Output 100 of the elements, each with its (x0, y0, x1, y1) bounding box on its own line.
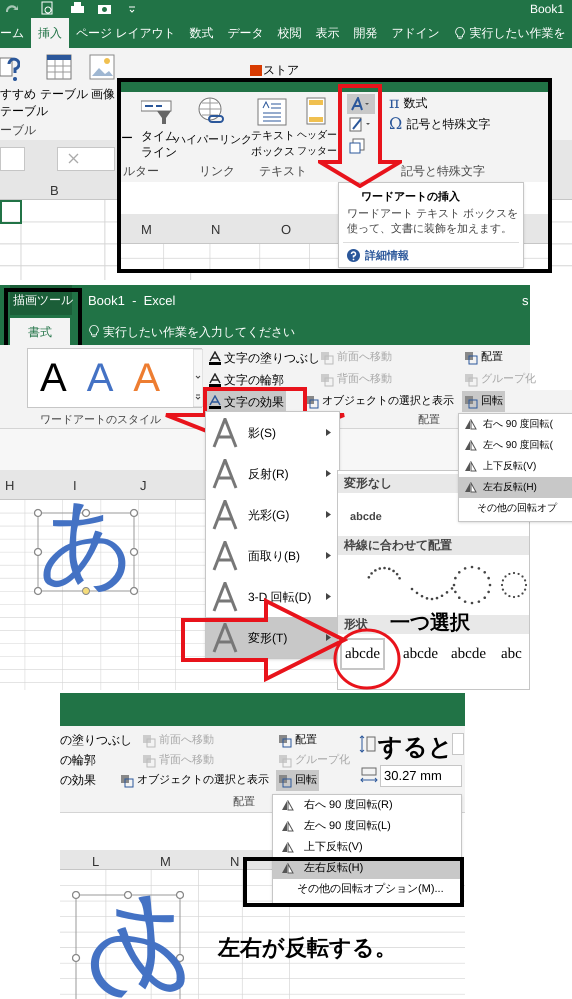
height-icon (358, 735, 376, 753)
wordart-button[interactable] (347, 94, 375, 114)
transform-sample[interactable]: abcde (340, 638, 385, 670)
ribbon-tab[interactable]: 開発 (346, 18, 384, 48)
menu-item[interactable]: その他の回転オプ (459, 498, 572, 519)
flip-triangle-icon (281, 800, 294, 811)
user-name: s (522, 292, 528, 310)
ribbon-tab[interactable]: 表示 (308, 18, 346, 48)
object-icon[interactable] (349, 138, 365, 154)
button-label[interactable]: テーブル (0, 103, 48, 119)
table-icon[interactable] (46, 54, 72, 80)
tell-me-field[interactable]: 実行したい作業を (469, 24, 566, 42)
ribbon-tab[interactable]: ページ レイアウト (69, 18, 182, 48)
width-field[interactable]: 30.27 mm (380, 765, 462, 787)
ribbon-command-button[interactable]: 配置 (276, 730, 319, 751)
table-button[interactable]: テーブル (40, 86, 88, 102)
question-table-icon[interactable] (0, 56, 20, 82)
header-footer-icon[interactable] (306, 97, 326, 125)
menu-item[interactable]: 上下反転(V) (273, 837, 461, 858)
flip-triangle-icon (464, 461, 477, 472)
layers-icon (278, 774, 292, 788)
group-label: ワードアートのスタイル (40, 413, 161, 428)
height-field[interactable] (452, 733, 464, 755)
text-command-button[interactable]: の輪郭 (60, 750, 96, 770)
text-command-button[interactable]: 文字の輪郭 (207, 369, 286, 390)
menu-item[interactable]: 面取り(B) (206, 535, 339, 576)
transform-sample[interactable]: abcde (448, 638, 489, 670)
button-label[interactable]: ー (121, 130, 133, 146)
layers-icon (464, 372, 478, 386)
formula-buttons-background (57, 147, 115, 171)
signature-line-icon[interactable] (349, 116, 373, 132)
ribbon-command-button[interactable]: 回転 (462, 391, 505, 412)
redo-icon[interactable] (4, 2, 20, 15)
column-header: B (50, 182, 59, 200)
store-button[interactable]: ストア (263, 61, 299, 79)
wordart-text[interactable]: あ (38, 495, 136, 591)
active-cell[interactable] (0, 200, 22, 224)
ribbon-command-button[interactable]: 配置 (462, 347, 505, 368)
symbol-button[interactable]: 記号と特殊文字 (406, 115, 490, 133)
globe-link-icon[interactable] (196, 96, 226, 126)
gallery-scroll-icon[interactable] (193, 349, 203, 407)
text-command-button[interactable]: 文字の効果 (207, 391, 286, 412)
ribbon-tab[interactable]: 校閲 (270, 18, 308, 48)
pi-icon: π (389, 95, 400, 111)
menu-item[interactable]: 左へ 90 度回転( (459, 435, 572, 456)
button-label[interactable]: フッター (297, 144, 337, 160)
ribbon-tab[interactable]: データ (220, 18, 270, 48)
menu-item[interactable]: 左右反転(H) (459, 477, 572, 498)
more-info-link[interactable]: 詳細情報 (365, 248, 409, 264)
menu-item[interactable]: 左へ 90 度回転(L) (273, 816, 461, 837)
flip-triangle-icon (281, 842, 294, 853)
equation-button[interactable]: 数式 (404, 94, 428, 112)
tell-me-field[interactable]: 実行したい作業を入力してください (103, 323, 295, 341)
shopping-bag-icon[interactable] (250, 62, 262, 76)
ribbon-tab[interactable]: 挿入 (31, 18, 69, 48)
text-box-icon[interactable] (257, 98, 287, 126)
button-label[interactable]: ヘッダー (297, 128, 337, 144)
menu-item[interactable]: 右へ 90 度回転( (459, 414, 572, 435)
button-label[interactable]: ハイパーリンク (175, 132, 252, 148)
column-header: H (5, 477, 14, 495)
menu-item[interactable]: 上下反転(V) (459, 456, 572, 477)
group-label: 記号と特殊文字 (401, 163, 485, 180)
text-command-button[interactable]: の効果 (60, 770, 96, 790)
menu-item[interactable]: 右へ 90 度回転(R) (273, 795, 461, 816)
button-label[interactable]: タイム (141, 128, 177, 144)
image-icon[interactable] (89, 54, 115, 82)
menu-item[interactable]: 影(S) (206, 412, 339, 453)
tooltip-text: ワードアート テキスト ボックスを使って、文書に装飾を加えます。 (347, 207, 519, 237)
button-label[interactable]: ボックス (251, 144, 295, 160)
transform-sample[interactable]: abcde (350, 509, 382, 526)
button-label[interactable]: ライン (141, 144, 177, 160)
layers-icon (464, 350, 478, 364)
button-label[interactable]: すすめ (0, 86, 36, 102)
print-preview-icon[interactable] (40, 1, 55, 16)
letter-a-icon (351, 97, 371, 111)
wordart-style[interactable]: A (86, 358, 114, 398)
ribbon-tab[interactable]: ーム (0, 18, 31, 48)
ribbon-command-button[interactable]: オブジェクトの選択と表示 (118, 770, 271, 791)
annotation-text: 一つ選択 (390, 611, 470, 635)
printer-icon[interactable] (70, 1, 85, 16)
ribbon-tab[interactable]: 数式 (182, 18, 220, 48)
wordart-text[interactable]: あ (78, 886, 191, 996)
group-label: ルター (123, 163, 159, 180)
menu-item[interactable]: 光彩(G) (206, 494, 339, 535)
menu-item[interactable]: 反射(R) (206, 453, 339, 494)
text-command-button[interactable]: の塗りつぶし (60, 730, 132, 750)
transform-sample[interactable]: abcde (400, 638, 441, 670)
menu-item[interactable]: その他の回転オプション(M)... (273, 879, 461, 900)
timeline-icon[interactable] (141, 99, 173, 125)
ribbon-tab[interactable]: 書式 (10, 318, 70, 345)
button-label[interactable]: テキスト (251, 128, 295, 144)
wordart-style[interactable]: A (40, 358, 67, 398)
flip-triangle-icon (281, 821, 294, 832)
transform-sample[interactable]: abc (498, 638, 525, 670)
submenu-arrow-icon (326, 552, 331, 559)
layers-icon (305, 394, 319, 408)
image-button[interactable]: 画像 (91, 86, 115, 102)
ribbon-tab[interactable]: アドイン (384, 18, 446, 48)
flip-triangle-icon (281, 863, 294, 874)
ribbon-command-button[interactable]: 回転 (276, 770, 319, 791)
